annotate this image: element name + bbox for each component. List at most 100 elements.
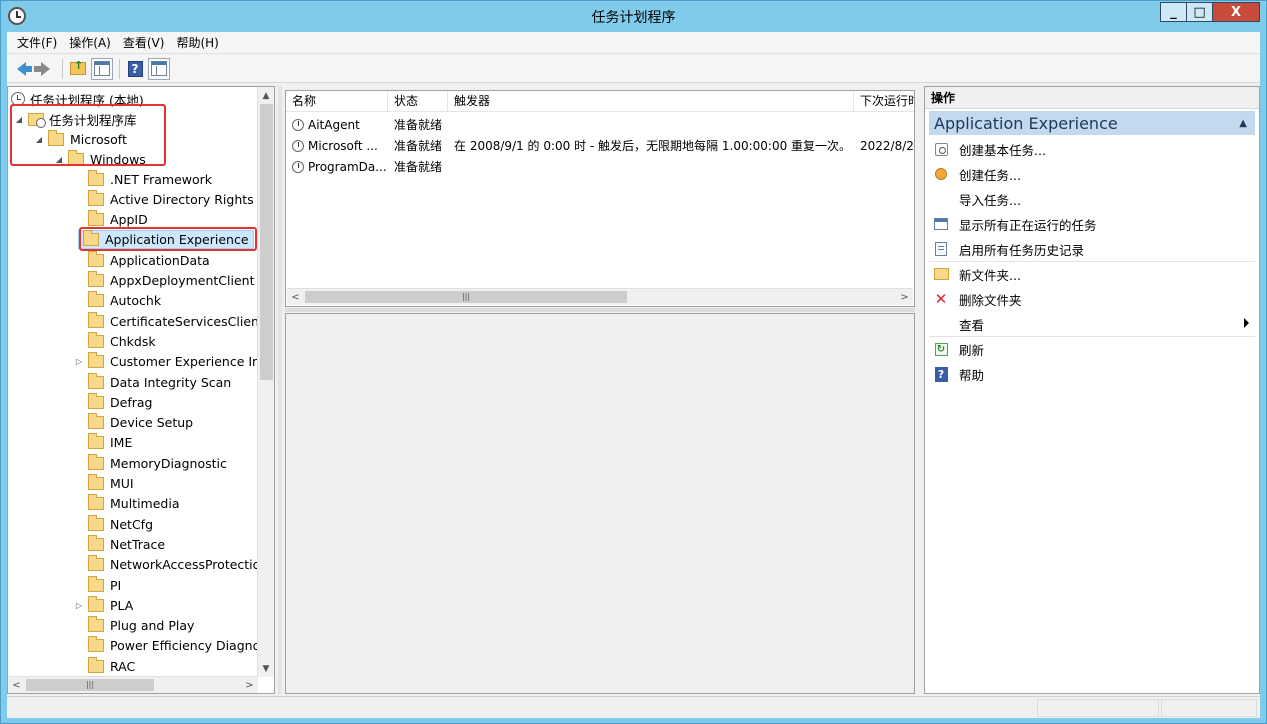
title-bar[interactable]: 任务计划程序 _ □ X <box>1 1 1266 32</box>
tree-item[interactable]: AppxDeploymentClient <box>74 271 254 291</box>
actions-pane: 操作 Application Experience ▲ 创建基本任务... 创建任… <box>924 86 1260 694</box>
tree-item[interactable]: IME <box>74 433 132 453</box>
tree-library[interactable]: ◢ 任务计划程序库 <box>14 109 137 129</box>
tree-item[interactable]: ▷ PLA <box>74 595 133 615</box>
action-item[interactable]: 启用所有任务历史记录 <box>929 237 1255 261</box>
tree-item[interactable]: Defrag <box>74 392 152 412</box>
tree-item[interactable]: MemoryDiagnostic <box>74 453 227 473</box>
tree-item[interactable]: Plug and Play <box>74 616 194 636</box>
tree-item-label: Power Efficiency Diagnos <box>110 638 258 654</box>
tree-item[interactable]: Active Directory Rights M <box>74 189 258 209</box>
task-list-horizontal-scrollbar[interactable]: < ||| > <box>287 288 913 305</box>
action-item[interactable]: 新文件夹... <box>929 262 1255 286</box>
tree-item[interactable]: NetCfg <box>74 514 153 534</box>
action-item[interactable]: 创建基本任务... <box>929 137 1255 161</box>
tree-item[interactable]: CertificateServicesClient <box>74 311 258 331</box>
tree-root[interactable]: 任务计划程序 (本地) <box>11 89 144 109</box>
actions-section-header[interactable]: Application Experience ▲ <box>929 111 1255 135</box>
folder-icon <box>88 413 104 430</box>
menu-view[interactable]: 查看(V) <box>117 34 171 51</box>
tree-item[interactable]: AppID <box>74 210 148 230</box>
forward-button[interactable] <box>33 58 56 80</box>
close-button[interactable]: X <box>1212 2 1260 22</box>
tree-item[interactable]: ▷ Customer Experience Im <box>74 352 258 372</box>
tree-item[interactable]: MUI <box>74 474 134 494</box>
create-basic-task-icon-glyph <box>934 142 948 156</box>
action-item[interactable]: 创建任务... <box>929 162 1255 186</box>
scroll-thumb[interactable]: ||| <box>26 679 154 691</box>
task-status-cell: 准备就绪 <box>388 116 448 133</box>
tree-item[interactable]: NetworkAccessProtection <box>74 555 258 575</box>
folder-icon <box>88 392 104 409</box>
tree-item-label: Autochk <box>110 293 162 309</box>
new-folder-icon-glyph <box>933 268 949 280</box>
expanded-triangle-icon[interactable]: ◢ <box>34 135 44 144</box>
tree-item[interactable]: PI <box>74 575 121 595</box>
scroll-thumb[interactable] <box>260 104 273 380</box>
scroll-right-icon[interactable]: > <box>241 677 258 693</box>
tree-item[interactable]: Device Setup <box>74 413 193 433</box>
task-row[interactable]: Microsoft ... 准备就绪在 2008/9/1 的 0:00 时 - 触… <box>286 135 914 156</box>
tree-item-label: NetCfg <box>110 516 154 532</box>
tree-item[interactable]: .NET Framework <box>74 169 212 189</box>
minimize-button[interactable]: _ <box>1160 2 1187 22</box>
task-row[interactable]: AitAgent 准备就绪 <box>286 114 914 135</box>
action-item[interactable]: 查看 <box>929 312 1255 336</box>
tree-item[interactable]: Data Integrity Scan <box>74 372 231 392</box>
action-item[interactable]: ✕ 删除文件夹 <box>929 287 1255 311</box>
column-status[interactable]: 状态 <box>388 91 448 112</box>
collapsed-triangle-icon[interactable]: ▷ <box>74 601 84 610</box>
column-name[interactable]: 名称 <box>286 91 388 112</box>
scroll-left-icon[interactable]: < <box>287 289 304 305</box>
action-item[interactable]: 导入任务... <box>929 187 1255 211</box>
menu-action[interactable]: 操作(A) <box>63 34 117 51</box>
folder-icon <box>88 534 104 551</box>
tree-item-label: AppxDeploymentClient <box>110 273 255 288</box>
scroll-left-icon[interactable]: < <box>8 677 25 693</box>
menu-help[interactable]: 帮助(H) <box>170 34 224 51</box>
pane-splitter[interactable] <box>278 86 282 694</box>
tree-item[interactable]: Power Efficiency Diagnos <box>74 636 258 656</box>
scroll-right-icon[interactable]: > <box>896 289 913 305</box>
up-one-level-button[interactable] <box>67 58 89 80</box>
scroll-down-icon[interactable]: ▼ <box>258 660 274 677</box>
tree-item[interactable]: Autochk <box>74 291 161 311</box>
collapse-triangle-icon[interactable]: ▲ <box>1239 118 1247 129</box>
status-cell <box>1037 699 1159 717</box>
tree-item[interactable]: NetTrace <box>74 534 165 554</box>
task-row[interactable]: ProgramDa... 准备就绪 <box>286 156 914 177</box>
column-next-run[interactable]: 下次运行时 <box>854 91 914 112</box>
tree-vertical-scrollbar[interactable]: ▲ ▼ <box>257 87 274 677</box>
tree-item[interactable]: RAC <box>74 656 135 676</box>
collapsed-triangle-icon[interactable]: ▷ <box>74 357 84 366</box>
column-trigger[interactable]: 触发器 <box>448 91 854 112</box>
tree-horizontal-scrollbar[interactable]: < ||| > <box>8 676 258 693</box>
tree-item[interactable]: Chkdsk <box>74 331 156 351</box>
horizontal-splitter[interactable] <box>285 308 915 312</box>
show-hide-action-pane-button[interactable] <box>148 57 170 80</box>
tree-item[interactable]: Application Experience <box>78 229 254 249</box>
help-toolbar-button[interactable]: ? <box>124 58 146 80</box>
action-item[interactable]: ↻ 刷新 <box>929 337 1255 361</box>
tree-item[interactable]: ApplicationData <box>74 250 210 270</box>
tree-microsoft[interactable]: ◢ Microsoft <box>34 129 127 149</box>
window-controls: _ □ X <box>1160 2 1260 22</box>
action-item[interactable]: ? 帮助 <box>929 362 1255 386</box>
maximize-button[interactable]: □ <box>1186 2 1213 22</box>
show-hide-console-tree-button[interactable] <box>91 57 113 80</box>
tree-item-label: Device Setup <box>110 415 194 431</box>
back-button[interactable] <box>10 58 32 80</box>
expanded-triangle-icon[interactable]: ◢ <box>14 115 24 124</box>
tree-windows[interactable]: ◢ Windows <box>54 149 146 169</box>
task-name-cell-text: Microsoft ... <box>308 138 378 153</box>
action-item[interactable]: 显示所有正在运行的任务 <box>929 212 1255 236</box>
expanded-triangle-icon[interactable]: ◢ <box>54 155 64 164</box>
task-clock-icon <box>292 139 304 152</box>
task-status-cell-text: 准备就绪 <box>394 139 443 153</box>
menu-file[interactable]: 文件(F) <box>11 34 63 51</box>
tree-item[interactable]: Multimedia <box>74 494 180 514</box>
scroll-up-icon[interactable]: ▲ <box>258 87 274 104</box>
scroll-thumb[interactable]: ||| <box>305 291 627 303</box>
tree-item-label: Multimedia <box>110 496 180 512</box>
tree-item-label: Data Integrity Scan <box>110 374 232 390</box>
